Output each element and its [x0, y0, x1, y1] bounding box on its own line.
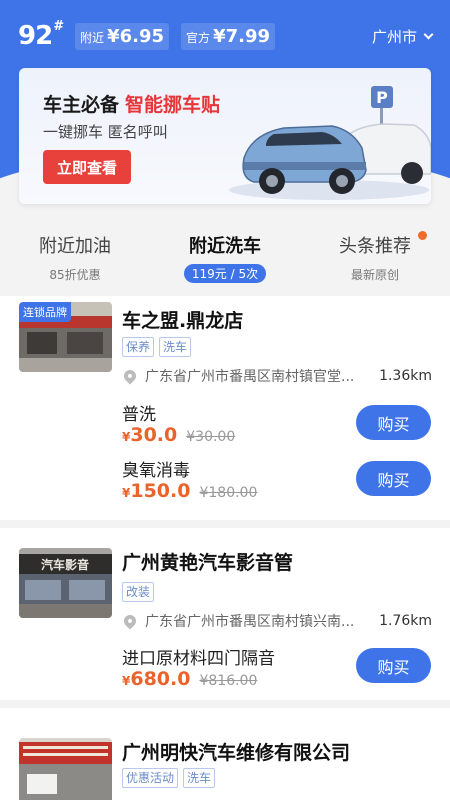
tab-subtitle: 85折优惠 [49, 268, 101, 282]
banner-view-button[interactable]: 立即查看 [43, 150, 131, 184]
shop-photo: 连锁品牌 [19, 302, 112, 372]
address-text: 广东省广州市番禺区南村镇兴南... [145, 614, 355, 630]
currency-symbol: ¥ [122, 486, 131, 500]
notification-dot [418, 231, 427, 240]
shop-name[interactable]: 广州黄艳汽车影音管 [122, 548, 293, 575]
tab-subtitle: 最新原创 [350, 268, 399, 282]
current-price: 30.0 [130, 424, 178, 446]
current-price: 680.0 [130, 668, 191, 690]
shop-tags: 优惠活动 洗车 [122, 768, 216, 788]
shop-tags: 保养 洗车 [122, 337, 192, 357]
official-price-label: 官方 [186, 30, 211, 45]
banner-title-highlight: 智能挪车贴 [125, 94, 221, 116]
shop-tag: 保养 [122, 337, 155, 357]
tab-subtitle: 119元 / 5次 [183, 264, 267, 283]
city-selector[interactable]: 广州市 [371, 26, 434, 47]
tab-title: 附近洗车 [189, 236, 261, 257]
shop-tag: 洗车 [183, 768, 216, 788]
city-label: 广州市 [371, 27, 417, 46]
service-price: ¥ 150.0 ¥180.00 [122, 480, 257, 502]
fuel-grade-mark: # [53, 19, 64, 35]
svg-text:汽车影音: 汽车影音 [41, 557, 89, 572]
fuel-grade-number: 92 [18, 21, 53, 51]
nearby-price-value: ¥6.95 [107, 25, 165, 47]
shop-tag: 优惠活动 [122, 768, 179, 788]
address-text: 广东省广州市番禺区南村镇官堂... [145, 369, 355, 385]
official-price-value: ¥7.99 [213, 25, 270, 47]
service-name: 进口原材料四门隔音 [122, 649, 275, 669]
nearby-price-label: 附近 [80, 30, 105, 45]
chain-brand-badge: 连锁品牌 [19, 302, 71, 322]
tab-headlines[interactable]: 头条推荐 最新原创 [300, 231, 450, 283]
banner-title-main: 车主必备 [43, 94, 120, 116]
shop-name[interactable]: 广州明快汽车维修有限公司 [122, 738, 350, 765]
buy-button[interactable]: 购买 [356, 648, 431, 683]
tab-title: 头条推荐 [339, 236, 411, 257]
location-pin-icon [121, 612, 139, 630]
service-name: 普洗 [122, 405, 156, 425]
chevron-down-icon [423, 29, 434, 39]
shop-address[interactable]: 广东省广州市番禺区南村镇兴南... 1.76km [121, 611, 432, 631]
buy-button[interactable]: 购买 [356, 405, 431, 440]
location-pin-icon [121, 367, 139, 385]
currency-symbol: ¥ [122, 430, 131, 444]
currency-symbol: ¥ [122, 674, 131, 688]
distance-text: 1.36km [379, 368, 432, 384]
nearby-price-chip: 附近 ¥6.95 [75, 22, 170, 50]
car-illustration: P [229, 86, 431, 200]
shop-photo: 汽车影音 [19, 548, 112, 618]
fuel-grade[interactable]: 92# [18, 19, 64, 51]
shop-photo [19, 738, 112, 800]
buy-button[interactable]: 购买 [356, 461, 431, 496]
shop-tag: 改装 [122, 582, 155, 602]
shop-tags: 改装 [122, 582, 155, 602]
shop-card[interactable]: 汽车影音 广州黄艳汽车影音管 改装 广东省广州市番禺区南村镇兴南... 1.76… [0, 528, 450, 700]
shop-card[interactable]: 广州明快汽车维修有限公司 优惠活动 洗车 [0, 708, 450, 800]
tab-nearby-fuel[interactable]: 附近加油 85折优惠 [0, 232, 150, 283]
current-price: 150.0 [130, 480, 191, 502]
service-price: ¥ 30.0 ¥30.00 [122, 424, 235, 446]
shop-card[interactable]: 连锁品牌 车之盟.鼎龙店 保养 洗车 广东省广州市番禺区南村镇官堂... 1.3… [0, 296, 450, 520]
original-price: ¥30.00 [186, 429, 236, 445]
top-bar: 92# 附近 ¥6.95 官方 ¥7.99 广州市 [0, 18, 450, 54]
original-price: ¥816.00 [199, 673, 258, 689]
original-price: ¥180.00 [199, 485, 258, 501]
banner-subtitle: 一键挪车 匿名呼叫 [43, 123, 168, 141]
service-name: 臭氧消毒 [122, 461, 190, 481]
shop-tag: 洗车 [159, 337, 192, 357]
official-price-chip: 官方 ¥7.99 [181, 22, 275, 50]
category-tabs: 附近加油 85折优惠 附近洗车 119元 / 5次 头条推荐 最新原创 [0, 231, 450, 292]
distance-text: 1.76km [379, 613, 432, 629]
promo-banner[interactable]: 车主必备 智能挪车贴 一键挪车 匿名呼叫 立即查看 P [19, 68, 431, 204]
tab-nearby-carwash[interactable]: 附近洗车 119元 / 5次 [150, 232, 300, 283]
tab-title: 附近加油 [39, 236, 111, 257]
banner-title: 车主必备 智能挪车贴 [43, 90, 220, 117]
shop-address[interactable]: 广东省广州市番禺区南村镇官堂... 1.36km [121, 366, 432, 386]
svg-text:P: P [376, 88, 388, 107]
service-price: ¥ 680.0 ¥816.00 [122, 668, 257, 690]
shop-name[interactable]: 车之盟.鼎龙店 [122, 306, 243, 333]
